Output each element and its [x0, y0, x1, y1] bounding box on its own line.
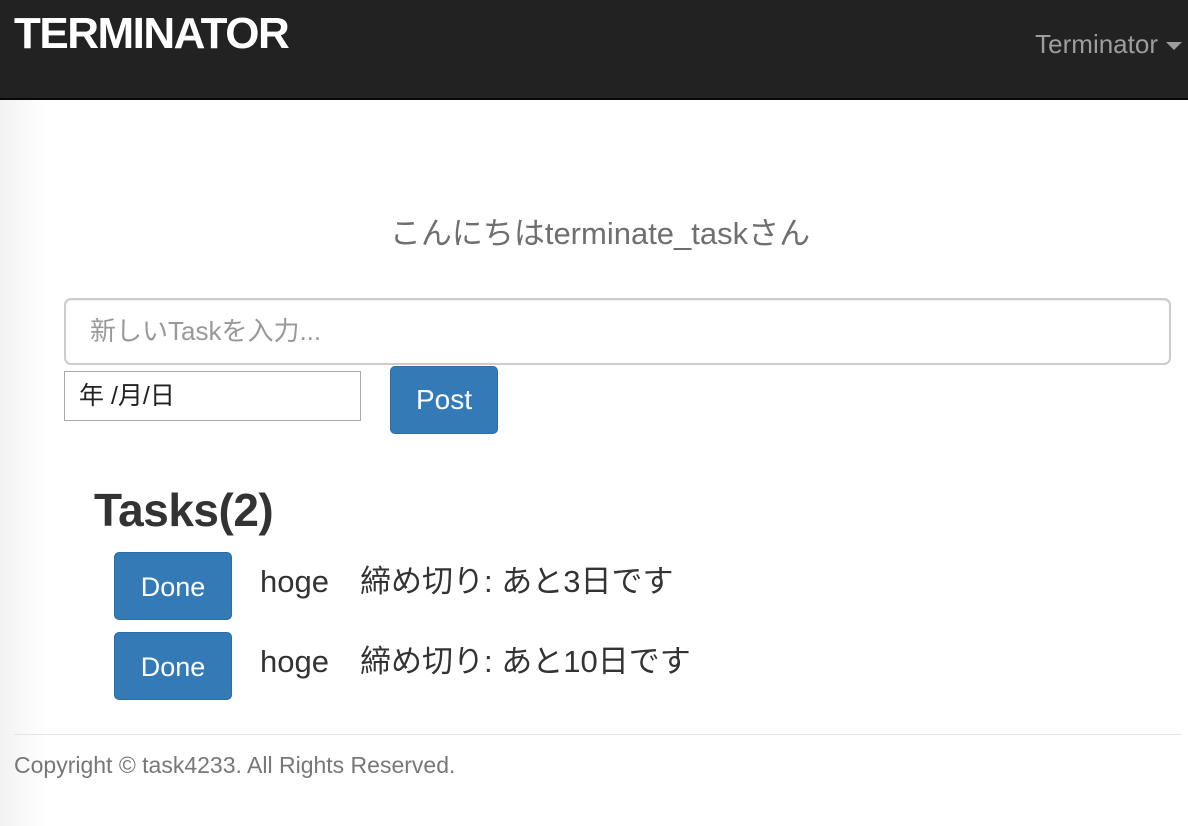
done-button[interactable]: Done [114, 552, 232, 620]
greeting-text: こんにちはterminate_taskさん [389, 216, 811, 251]
done-button[interactable]: Done [114, 632, 232, 700]
user-menu-label: Terminator [1035, 29, 1158, 59]
task-deadline: 締め切り: あと3日です [360, 564, 674, 599]
navbar: TERMINATOR Terminator [0, 0, 1188, 100]
caret-down-icon [1166, 42, 1182, 51]
post-button[interactable]: Post [390, 366, 498, 434]
brand-logo[interactable]: TERMINATOR [14, 8, 290, 60]
task-name: hoge [260, 644, 329, 679]
footer-copyright: Copyright © task4233. All Rights Reserve… [14, 752, 456, 778]
task-deadline: 締め切り: あと10日です [360, 644, 691, 679]
deadline-date-input[interactable]: 年 /月/日 [64, 371, 361, 421]
new-task-input[interactable] [64, 298, 1171, 365]
task-name: hoge [260, 564, 329, 599]
footer-divider [14, 734, 1182, 735]
tasks-heading: Tasks(2) [94, 484, 274, 536]
user-menu-dropdown[interactable]: Terminator [1035, 26, 1182, 62]
page: TERMINATOR Terminator こんにちはterminate_tas… [0, 0, 1188, 826]
